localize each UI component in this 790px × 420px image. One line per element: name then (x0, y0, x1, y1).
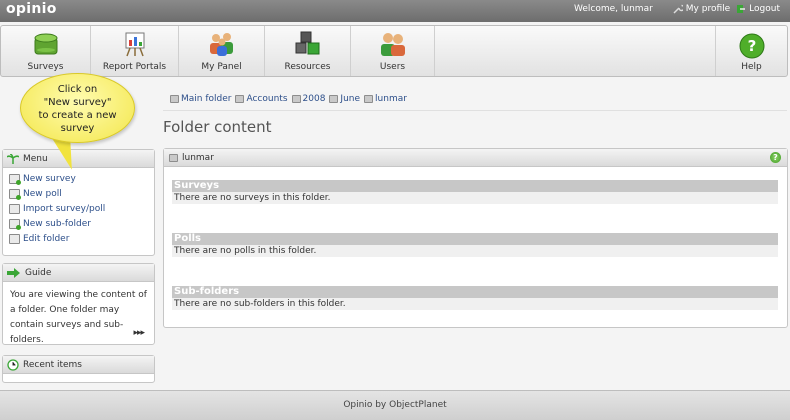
folder-panel-header: lunmar ? (164, 149, 787, 167)
divider (163, 110, 787, 111)
wrench-icon (673, 4, 683, 14)
surveys-section: Surveys There are no surveys in this fol… (172, 180, 778, 204)
surveys-empty-message: There are no surveys in this folder. (172, 192, 778, 204)
page-title: Folder content (163, 118, 272, 136)
folder-panel-title: lunmar (182, 152, 214, 163)
edit-folder-icon (9, 233, 20, 244)
new-survey-icon (9, 173, 21, 185)
nav-surveys-label: Surveys (27, 62, 64, 72)
crumb-accounts[interactable]: Accounts (235, 94, 288, 104)
surveys-heading: Surveys (172, 180, 778, 192)
menu-header: Menu (3, 150, 154, 168)
my-profile-label: My profile (685, 4, 731, 14)
nav-help-label: Help (741, 62, 762, 72)
guide-box: Guide You are viewing the content of a f… (2, 263, 155, 345)
logout-link[interactable]: Logout (736, 4, 780, 14)
crumb-june[interactable]: June (329, 94, 360, 104)
tooltip-bubble: Click on "New survey" to create a new su… (20, 73, 135, 143)
guide-header: Guide (3, 264, 154, 282)
polls-heading: Polls (172, 233, 778, 245)
folder-icon (364, 95, 374, 103)
menu-new-sub-folder[interactable]: New sub-folder (9, 216, 148, 231)
polls-section: Polls There are no polls in this folder. (172, 233, 778, 257)
folder-icon (329, 95, 339, 103)
nav-help[interactable]: ? Help (715, 26, 787, 76)
nav-my-panel-label: My Panel (201, 62, 242, 72)
folder-panel: lunmar ? Surveys There are no surveys in… (163, 148, 788, 328)
menu-edit-folder[interactable]: Edit folder (9, 231, 148, 246)
user-menu: Welcome, lunmar My profile Logout (574, 4, 780, 14)
top-bar: opinio Welcome, lunmar My profile Logout (0, 0, 790, 22)
breadcrumb: Main folder Accounts 2008 June lunmar (170, 94, 407, 104)
svg-text:?: ? (747, 37, 756, 55)
nav-users[interactable]: Users (351, 26, 435, 76)
help-icon: ? (739, 33, 764, 59)
menu-new-poll[interactable]: New poll (9, 186, 148, 201)
sub-folders-empty-message: There are no sub-folders in this folder. (172, 298, 778, 310)
main-toolbar: Surveys Report Portals My Panel Resource… (0, 25, 788, 77)
clock-icon (7, 358, 19, 371)
import-icon (9, 203, 20, 214)
new-folder-icon (9, 218, 21, 230)
nav-report-portals-label: Report Portals (102, 62, 167, 72)
my-profile-link[interactable]: My profile (673, 4, 730, 14)
resources-icon (295, 31, 319, 55)
guide-arrow-icon (7, 267, 20, 278)
my-panel-icon (209, 33, 233, 56)
guide-text: You are viewing the content of a folder.… (10, 290, 147, 345)
sub-folders-section: Sub-folders There are no sub-folders in … (172, 286, 778, 310)
nav-resources-label: Resources (284, 62, 331, 72)
folder-icon (291, 95, 301, 103)
menu-title: Menu (23, 153, 48, 164)
recent-items-title: Recent items (23, 359, 82, 370)
crumb-lunmar[interactable]: lunmar (364, 94, 407, 104)
menu-new-survey[interactable]: New survey (9, 171, 148, 186)
recent-items-box: Recent items (2, 355, 155, 383)
surveys-icon (34, 33, 57, 55)
logout-label: Logout (749, 4, 780, 14)
footer: Opinio by ObjectPlanet (0, 390, 790, 420)
recent-items-header[interactable]: Recent items (3, 356, 154, 374)
polls-empty-message: There are no polls in this folder. (172, 245, 778, 257)
menu-list: New survey New poll Import survey/poll N… (3, 168, 154, 249)
nav-my-panel[interactable]: My Panel (179, 26, 265, 76)
sub-folders-heading: Sub-folders (172, 286, 778, 298)
guide-more-button[interactable]: ▸▸▸ (133, 328, 145, 338)
app-logo: opinio (6, 1, 57, 17)
crumb-main-folder[interactable]: Main folder (170, 94, 231, 104)
report-portals-icon (125, 32, 144, 57)
menu-import-survey-poll[interactable]: Import survey/poll (9, 201, 148, 216)
nav-report-portals[interactable]: Report Portals (91, 26, 179, 76)
menu-box: Menu New survey New poll Import survey/p… (2, 149, 155, 256)
new-poll-icon (9, 188, 21, 200)
welcome-text: Welcome, lunmar (574, 4, 653, 14)
logout-icon (737, 5, 746, 13)
crumb-2008[interactable]: 2008 (291, 94, 325, 104)
guide-title: Guide (25, 267, 52, 278)
folder-icon (235, 95, 245, 103)
nav-resources[interactable]: Resources (265, 26, 351, 76)
palm-icon (7, 153, 19, 164)
users-icon (380, 33, 405, 56)
folder-icon (170, 95, 179, 103)
nav-surveys[interactable]: Surveys (1, 26, 91, 76)
folder-icon (169, 153, 178, 162)
nav-users-label: Users (379, 62, 406, 72)
help-icon[interactable]: ? (770, 152, 781, 163)
